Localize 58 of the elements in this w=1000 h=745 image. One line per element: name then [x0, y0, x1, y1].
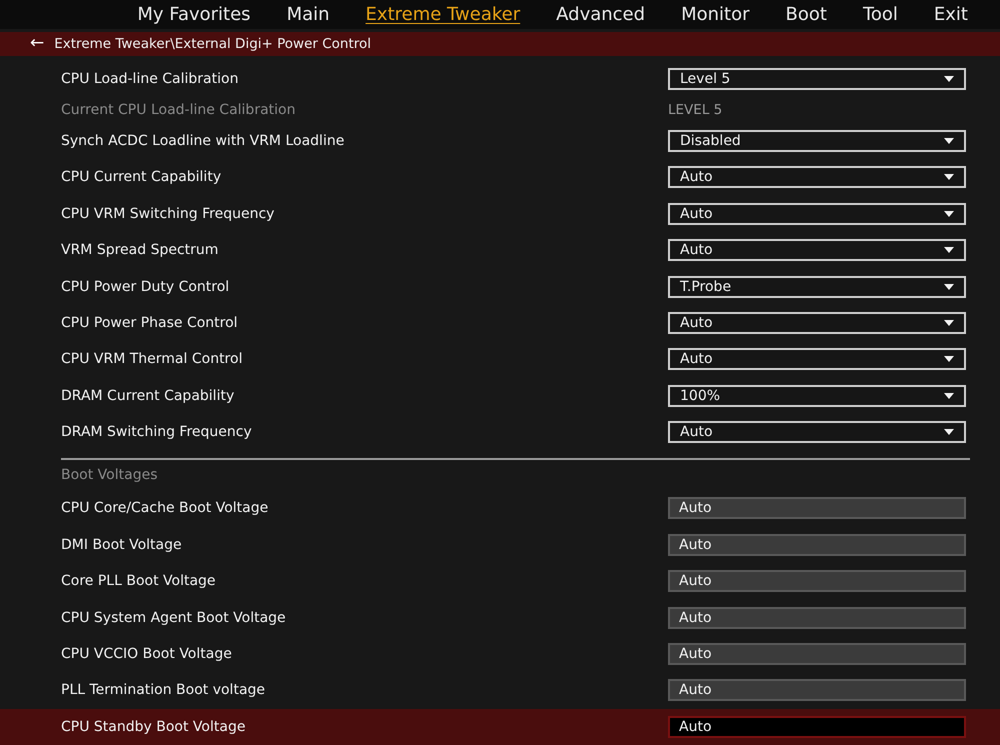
setting-label: Core PLL Boot Voltage: [61, 573, 216, 590]
menu-tab[interactable]: Tool: [844, 4, 916, 25]
caret-icon: [944, 210, 954, 217]
dropdown[interactable]: Auto: [668, 239, 966, 262]
dropdown[interactable]: Auto: [668, 348, 966, 370]
setting-label: CPU System Agent Boot Voltage: [61, 610, 286, 626]
setting-label: DRAM Switching Frequency: [61, 424, 252, 440]
caret-icon: [944, 429, 954, 436]
setting-label: DRAM Current Capability: [61, 388, 234, 404]
setting-label: PLL Termination Boot voltage: [61, 682, 266, 698]
dropdown[interactable]: Auto: [668, 166, 966, 188]
setting-label: CPU VRM Thermal Control: [61, 351, 242, 368]
setting-label: CPU Power Duty Control: [61, 278, 230, 294]
setting-label: CPU VRM Switching Frequency: [61, 206, 274, 222]
setting-label: CPU Current Capability: [61, 169, 222, 186]
input-field[interactable]: Auto: [668, 679, 966, 702]
setting-label: DMI Boot Voltage: [61, 536, 182, 553]
menu-tab[interactable]: Advanced: [538, 4, 664, 25]
caret-icon: [944, 320, 954, 326]
menu-tab[interactable]: Exit: [916, 4, 986, 25]
section-heading: Boot Voltages: [61, 467, 158, 484]
caret-icon: [944, 356, 954, 362]
dropdown[interactable]: T.Probe: [668, 276, 966, 298]
dropdown[interactable]: 100%: [668, 384, 966, 407]
back-arrow-icon[interactable]: ←: [30, 35, 44, 52]
caret-icon: [944, 76, 954, 82]
setting-label: CPU Core/Cache Boot Voltage: [61, 500, 268, 516]
caret-icon: [944, 138, 954, 144]
menu-tab[interactable]: Boot: [768, 4, 845, 25]
caret-icon: [944, 284, 954, 290]
dropdown[interactable]: Level 5: [668, 68, 966, 90]
setting-label: CPU VCCIO Boot Voltage: [61, 646, 232, 662]
setting-label: VRM Spread Spectrum: [61, 242, 218, 258]
menu-tab[interactable]: My Favorites: [119, 4, 269, 25]
input-field[interactable]: Auto: [668, 570, 966, 592]
dropdown[interactable]: Auto: [668, 202, 966, 225]
setting-label: CPU Load-line Calibration: [61, 70, 238, 87]
setting-label: CPU Power Phase Control: [61, 314, 238, 331]
caret-icon: [944, 392, 954, 399]
menu-tab[interactable]: Monitor: [663, 4, 768, 25]
caret-icon: [944, 174, 954, 180]
input-field[interactable]: Auto: [668, 534, 966, 556]
input-field[interactable]: Auto: [668, 716, 966, 738]
dropdown[interactable]: Auto: [668, 312, 966, 334]
input-field[interactable]: Auto: [668, 643, 966, 666]
dropdown[interactable]: Auto: [668, 421, 966, 444]
selected-setting-row[interactable]: CPU Standby Boot Voltage Auto: [0, 708, 1000, 745]
setting-label: CPU Standby Boot Voltage: [61, 718, 246, 735]
dropdown[interactable]: Disabled: [668, 130, 966, 152]
input-field[interactable]: Auto: [668, 497, 966, 520]
setting-label: Current CPU Load-line Calibration: [61, 102, 296, 118]
setting-label: Synch ACDC Loadline with VRM Loadline: [61, 132, 344, 149]
caret-icon: [944, 247, 954, 254]
menu-tab[interactable]: Extreme Tweaker: [348, 4, 538, 25]
menu-tab[interactable]: Main: [268, 4, 348, 25]
setting-value: LEVEL 5: [668, 102, 724, 118]
breadcrumb-path: Extreme Tweaker\External Digi+ Power Control: [54, 36, 372, 52]
input-field[interactable]: Auto: [668, 606, 966, 629]
